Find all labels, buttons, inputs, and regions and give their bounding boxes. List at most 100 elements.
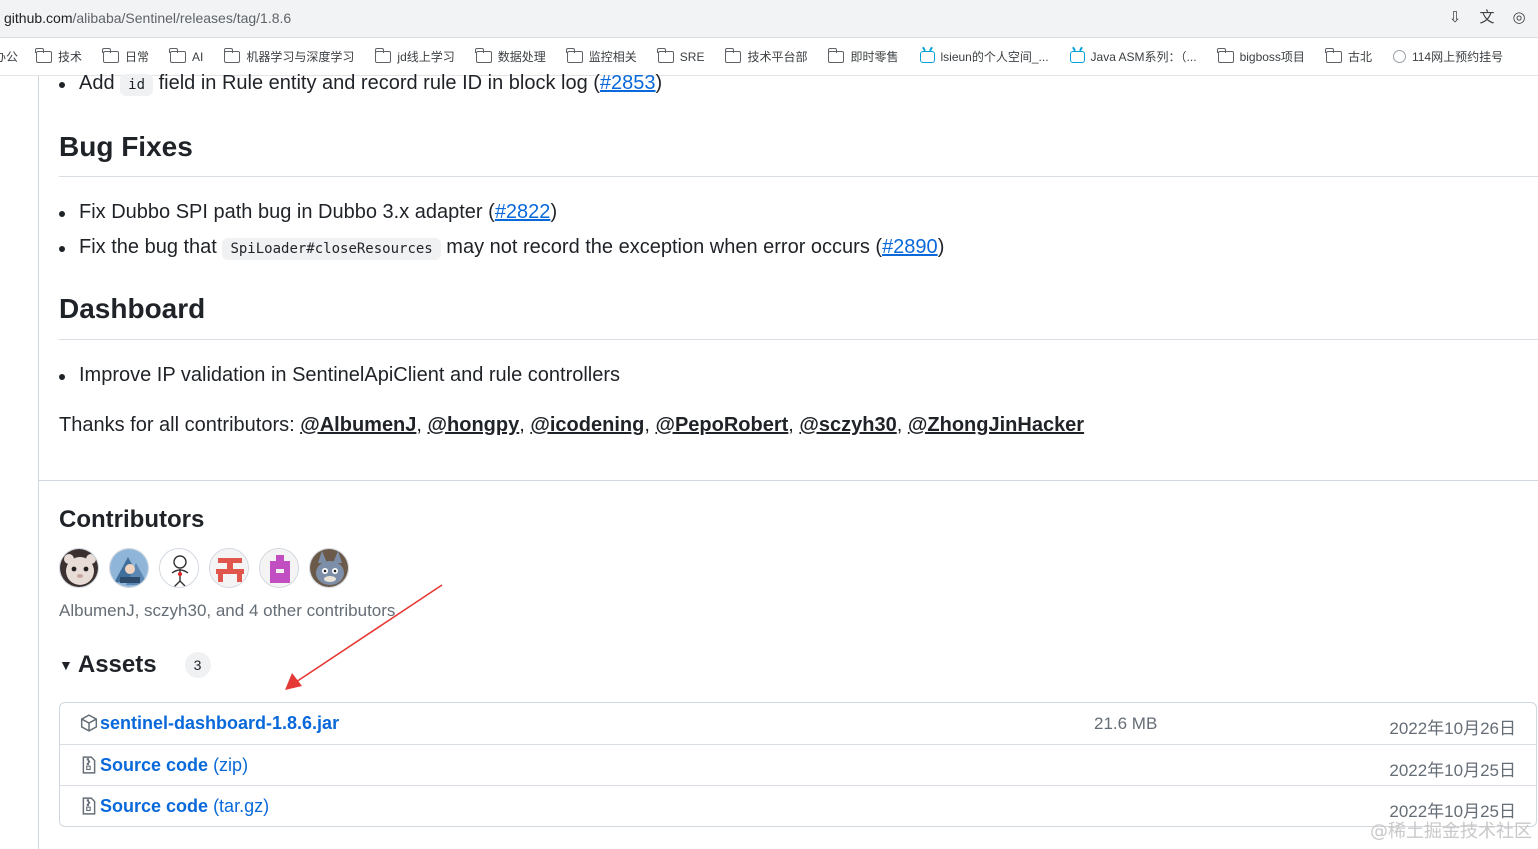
bookmarks-bar: 办公 技术 日常 AI 机器学习与深度学习 jd线上学习 数据处理 监控相关 SRE 技术平台部 即… bbox=[0, 38, 1538, 76]
disclosure-triangle-icon: ▼ bbox=[59, 657, 73, 673]
folder-icon bbox=[724, 47, 742, 63]
bilibili-icon bbox=[1069, 50, 1085, 63]
address-bar[interactable]: github.com/alibaba/Sentinel/releases/tag… bbox=[0, 0, 1538, 38]
assets-toggle[interactable]: ▼ Assets 3 bbox=[59, 651, 211, 679]
bookmark-item[interactable]: 114网上预约挂号 bbox=[1392, 48, 1503, 65]
avatar[interactable] bbox=[309, 548, 349, 588]
bookmark-item[interactable]: AI bbox=[169, 47, 204, 64]
bookmark-label: 办公 bbox=[0, 50, 19, 64]
watermark: @稀土掘金技术社区 bbox=[1370, 821, 1532, 842]
avatar[interactable] bbox=[109, 548, 149, 588]
contributor-link[interactable]: @icodening bbox=[530, 414, 644, 436]
install-app-icon[interactable]: ⇩ bbox=[1446, 9, 1464, 27]
list-item-dashboard-1: Improve IP validation in SentinelApiClie… bbox=[58, 364, 621, 386]
bookmark-item[interactable]: bigboss项目 bbox=[1216, 47, 1305, 65]
asset-download-link[interactable]: sentinel-dashboard-1.8.6.jar bbox=[100, 713, 339, 734]
bookmark-item[interactable]: SRE bbox=[657, 47, 705, 64]
url-host: github.com bbox=[4, 10, 73, 26]
folder-icon bbox=[657, 47, 674, 63]
dashboard-heading: Dashboard bbox=[59, 293, 206, 324]
folder-icon bbox=[1325, 47, 1342, 63]
asset-row: Source code (tar.gz) 2022年10月25日 bbox=[60, 785, 1536, 826]
list-item-feature: Add id field in Rule entity and record r… bbox=[58, 72, 663, 96]
issue-link-2822[interactable]: #2822 bbox=[495, 201, 551, 223]
inline-code: id bbox=[120, 74, 154, 96]
avatar[interactable] bbox=[59, 548, 99, 588]
folder-icon bbox=[169, 47, 187, 63]
folder-icon bbox=[1216, 47, 1234, 63]
asset-date: 2022年10月26日 bbox=[1389, 719, 1516, 738]
extension-icon[interactable]: ◎ bbox=[1510, 9, 1528, 27]
url-text[interactable]: github.com/alibaba/Sentinel/releases/tag… bbox=[4, 10, 291, 26]
bookmark-label: 监控相关 bbox=[588, 50, 637, 64]
bookmark-item[interactable]: jd线上学习 bbox=[374, 47, 455, 65]
bookmark-label: 技术平台部 bbox=[747, 50, 808, 64]
bookmark-label: Java ASM系列：（... bbox=[1090, 50, 1197, 64]
bookmark-item[interactable]: 古北 bbox=[1325, 47, 1372, 65]
bug-fixes-heading: Bug Fixes bbox=[59, 131, 193, 162]
assets-list: sentinel-dashboard-1.8.6.jar 21.6 MB 202… bbox=[59, 702, 1537, 827]
folder-icon bbox=[102, 47, 120, 63]
release-page: Add id field in Rule entity and record r… bbox=[0, 72, 1538, 849]
contributor-link[interactable]: @sczyh30 bbox=[799, 414, 896, 436]
bilibili-icon bbox=[919, 50, 935, 63]
bookmark-label: bigboss项目 bbox=[1239, 50, 1305, 64]
bookmark-item[interactable]: 即时零售 bbox=[827, 47, 899, 65]
issue-link-2853[interactable]: #2853 bbox=[600, 72, 656, 94]
bookmark-item[interactable]: 办公 bbox=[0, 48, 18, 65]
bookmark-label: AI bbox=[192, 49, 204, 64]
contributors-heading: Contributors bbox=[59, 506, 205, 533]
avatar[interactable] bbox=[159, 548, 199, 588]
divider bbox=[59, 339, 1538, 340]
globe-icon bbox=[1392, 50, 1406, 63]
contributors-summary: AlbumenJ, sczyh30, and 4 other contribut… bbox=[59, 601, 396, 620]
bookmark-item[interactable]: lsieun的个人空间_... bbox=[919, 48, 1049, 65]
bookmark-label: 技术 bbox=[58, 50, 83, 64]
divider bbox=[59, 176, 1538, 177]
avatar[interactable] bbox=[209, 548, 249, 588]
contributor-link[interactable]: @PepoRobert bbox=[655, 414, 788, 436]
bookmark-label: 即时零售 bbox=[850, 50, 899, 64]
contributor-link[interactable]: @ZhongJinHacker bbox=[908, 414, 1084, 436]
asset-size: 21.6 MB bbox=[1094, 714, 1158, 733]
bookmark-label: 数据处理 bbox=[497, 50, 546, 64]
package-icon bbox=[80, 714, 98, 737]
bookmark-item[interactable]: 监控相关 bbox=[566, 47, 637, 65]
bookmark-item[interactable]: 日常 bbox=[102, 47, 150, 65]
left-border bbox=[38, 76, 39, 849]
bookmark-item[interactable]: 技术 bbox=[35, 47, 83, 65]
folder-icon bbox=[374, 47, 392, 63]
translate-icon[interactable]: 文 bbox=[1478, 9, 1496, 27]
bookmark-label: 日常 bbox=[125, 50, 150, 64]
bookmark-item[interactable]: Java ASM系列：（... bbox=[1069, 48, 1197, 65]
assets-count-badge: 3 bbox=[184, 652, 211, 678]
contributor-link[interactable]: @AlbumenJ bbox=[300, 414, 416, 436]
url-path: /alibaba/Sentinel/releases/tag/1.8.6 bbox=[72, 10, 292, 26]
folder-icon bbox=[827, 47, 845, 63]
bookmark-label: 机器学习与深度学习 bbox=[246, 50, 355, 64]
assets-heading: Assets bbox=[77, 651, 157, 678]
file-zip-icon bbox=[80, 797, 98, 820]
section-divider bbox=[39, 480, 1538, 481]
inline-code: SpiLoader#closeResources bbox=[222, 238, 441, 260]
contributor-avatars bbox=[59, 548, 349, 588]
bookmark-item[interactable]: 数据处理 bbox=[475, 47, 546, 65]
bookmark-label: jd线上学习 bbox=[397, 50, 455, 64]
folder-icon bbox=[223, 47, 241, 63]
list-item-bugfix-2: Fix the bug that SpiLoader#closeResource… bbox=[58, 236, 945, 260]
folder-icon bbox=[475, 47, 492, 63]
asset-row: sentinel-dashboard-1.8.6.jar 21.6 MB 202… bbox=[60, 703, 1536, 744]
asset-download-link[interactable]: Source code (tar.gz) bbox=[100, 796, 269, 817]
bookmark-item[interactable]: 技术平台部 bbox=[724, 47, 808, 65]
contributor-link[interactable]: @hongpy bbox=[428, 414, 520, 436]
bookmark-label: lsieun的个人空间_... bbox=[940, 50, 1049, 64]
asset-download-link[interactable]: Source code (zip) bbox=[100, 755, 248, 776]
bookmark-item[interactable]: 机器学习与深度学习 bbox=[223, 47, 355, 65]
thanks-line: Thanks for all contributors: @AlbumenJ, … bbox=[59, 414, 1085, 436]
folder-icon bbox=[566, 47, 583, 63]
issue-link-2890[interactable]: #2890 bbox=[882, 236, 938, 258]
bookmark-label: SRE bbox=[679, 49, 705, 64]
file-zip-icon bbox=[80, 756, 98, 779]
list-item-bugfix-1: Fix Dubbo SPI path bug in Dubbo 3.x adap… bbox=[58, 201, 558, 223]
avatar[interactable] bbox=[259, 548, 299, 588]
